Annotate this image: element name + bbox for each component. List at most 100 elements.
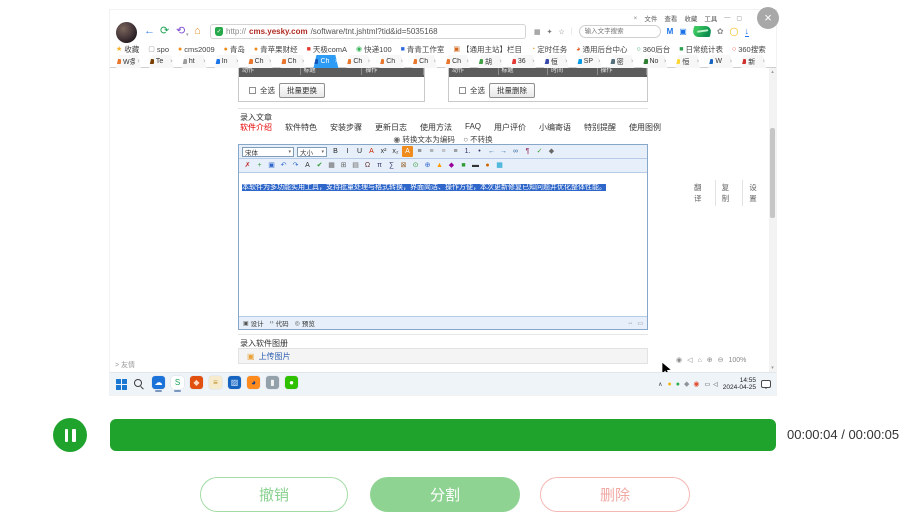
window-control-icon[interactable]: ▢ bbox=[736, 15, 742, 22]
tray-icon[interactable]: ◉ bbox=[693, 381, 699, 388]
tab-close-icon[interactable]: × bbox=[532, 59, 536, 65]
batch-delete-button[interactable]: 批量删除 bbox=[489, 83, 535, 98]
recorder-icon[interactable]: ◁ bbox=[687, 356, 692, 364]
tab-close-icon[interactable]: × bbox=[236, 59, 240, 65]
browser-tab[interactable]: W × bbox=[704, 55, 737, 68]
editor-tool-icon[interactable]: ▦ bbox=[326, 160, 337, 171]
article-tab[interactable]: 安装步骤 bbox=[330, 122, 362, 133]
browser-logo-icon[interactable] bbox=[692, 26, 712, 37]
article-tab[interactable]: 软件介绍 bbox=[240, 122, 272, 133]
editor-tool-icon[interactable]: ≡ bbox=[414, 146, 425, 157]
editor-tool-icon[interactable]: ▬ bbox=[470, 160, 481, 171]
editor-tool-icon[interactable]: ≡ bbox=[438, 146, 449, 157]
browser-search-input[interactable] bbox=[579, 25, 661, 38]
tab-close-icon[interactable]: × bbox=[631, 59, 635, 65]
tab-close-icon[interactable]: × bbox=[170, 59, 174, 65]
delete-button[interactable]: 删除 bbox=[540, 477, 690, 512]
tab-close-icon[interactable]: × bbox=[664, 59, 668, 65]
recorder-icon[interactable]: ⊕ bbox=[707, 356, 713, 364]
home-icon[interactable]: ⌂ bbox=[194, 24, 201, 38]
article-tab[interactable]: 更新日志 bbox=[375, 122, 407, 133]
panel-icon[interactable]: ▭ bbox=[637, 320, 643, 327]
tab-close-icon[interactable]: × bbox=[466, 59, 470, 65]
editor-tool-icon[interactable]: ▣ bbox=[266, 160, 277, 171]
spark-icon[interactable]: ✦ bbox=[547, 28, 553, 36]
tab-close-icon[interactable]: × bbox=[499, 59, 503, 65]
browser-tab[interactable]: Ch × bbox=[309, 55, 342, 68]
browser-tab[interactable]: Te × bbox=[145, 55, 178, 68]
font-family-select[interactable]: 宋体 ▾ bbox=[242, 147, 294, 157]
tab-close-icon[interactable]: × bbox=[137, 59, 141, 65]
editor-tool-icon[interactable]: ◆ bbox=[546, 146, 557, 157]
editor-tool-icon[interactable]: π bbox=[374, 160, 385, 171]
editor-tool-icon[interactable]: → bbox=[498, 146, 509, 157]
notification-icon[interactable] bbox=[761, 380, 771, 388]
select-all-checkbox[interactable] bbox=[249, 87, 256, 94]
tab-close-icon[interactable]: × bbox=[565, 59, 569, 65]
browser-tab[interactable]: ht × bbox=[178, 55, 211, 68]
start-button-icon[interactable] bbox=[116, 379, 127, 390]
editor-tool-icon[interactable]: ∞ bbox=[510, 146, 521, 157]
taskbar-app[interactable]: ▮ bbox=[265, 376, 280, 392]
resize-icon[interactable]: ↔ bbox=[627, 320, 633, 327]
batch-replace-button[interactable]: 批量更换 bbox=[279, 83, 325, 98]
network-sound-group[interactable]: ▭◁ bbox=[704, 381, 717, 388]
article-tab[interactable]: 使用方法 bbox=[420, 122, 452, 133]
editor-tool-icon[interactable]: ↶ bbox=[278, 160, 289, 171]
profile-avatar[interactable] bbox=[116, 22, 137, 43]
browser-tab[interactable]: 密 × bbox=[606, 55, 639, 68]
editor-tool-icon[interactable]: A bbox=[402, 146, 413, 157]
article-tab[interactable]: FAQ bbox=[465, 122, 481, 133]
editor-tool-icon[interactable]: ⊞ bbox=[338, 160, 349, 171]
taskbar-app[interactable]: ◕ bbox=[246, 376, 261, 392]
article-tab[interactable]: 小编寄语 bbox=[539, 122, 571, 133]
grid-icon[interactable]: ▦ bbox=[534, 28, 541, 36]
side-widget-button[interactable]: 设置 bbox=[742, 180, 770, 206]
editor-tool-icon[interactable]: ⊕ bbox=[422, 160, 433, 171]
tray-icon[interactable]: ● bbox=[676, 381, 680, 388]
page-scrollbar[interactable]: ▴ ▾ bbox=[769, 68, 776, 372]
tab-close-icon[interactable]: × bbox=[269, 59, 273, 65]
taskbar-app[interactable]: S bbox=[170, 376, 185, 392]
editor-tool-icon[interactable]: ⊙ bbox=[410, 160, 421, 171]
radio-off-icon[interactable]: ○ bbox=[463, 135, 468, 144]
video-preview-frame[interactable]: × 文件查看收藏工具 —▢ ← ⟳ ⟲ ▾ ⌂ ✓ http://cms.yes… bbox=[110, 10, 776, 395]
article-tab[interactable]: 软件特色 bbox=[285, 122, 317, 133]
tab-close-icon[interactable]: × bbox=[335, 59, 339, 65]
taskbar-search-icon[interactable] bbox=[134, 379, 144, 389]
extension-ring-icon[interactable]: ◯ bbox=[730, 27, 739, 36]
scroll-up-icon[interactable]: ▴ bbox=[771, 69, 774, 75]
taskbar-app[interactable]: ◆ bbox=[189, 376, 204, 392]
editor-mode-tab[interactable]: ▣ 设计 bbox=[243, 318, 264, 328]
browser-tab[interactable]: Ch × bbox=[375, 55, 408, 68]
tab-close-icon[interactable]: × bbox=[763, 59, 767, 65]
browser-tab[interactable]: Ch × bbox=[244, 55, 277, 68]
editor-tool-icon[interactable]: ≡ bbox=[426, 146, 437, 157]
article-tab[interactable]: 使用图例 bbox=[629, 122, 661, 133]
refresh-icon[interactable]: ⟳ bbox=[160, 24, 169, 38]
editor-tool-icon[interactable]: ∑ bbox=[386, 160, 397, 171]
browser-tab[interactable]: 胡 × bbox=[474, 55, 507, 68]
bookmark-item[interactable]: ● cms2009 bbox=[178, 45, 215, 54]
close-button[interactable]: × bbox=[757, 7, 779, 29]
radio-on-icon[interactable]: ◉ bbox=[393, 135, 400, 144]
tab-close-icon[interactable]: × bbox=[302, 59, 306, 65]
favorite-star-icon[interactable]: ☆ bbox=[559, 28, 565, 36]
editor-tool-icon[interactable]: ← bbox=[486, 146, 497, 157]
scrollbar-thumb[interactable] bbox=[770, 128, 775, 218]
window-menu-close-icon[interactable]: × bbox=[634, 15, 638, 22]
taskbar-app[interactable]: ☁ bbox=[151, 376, 166, 392]
browser-tab[interactable]: In × bbox=[211, 55, 244, 68]
article-tab[interactable]: 特别提醒 bbox=[584, 122, 616, 133]
tab-close-icon[interactable]: × bbox=[203, 59, 207, 65]
browser-tab[interactable]: SP × bbox=[573, 55, 606, 68]
browser-tab[interactable]: W条 × bbox=[112, 55, 145, 68]
tab-close-icon[interactable]: × bbox=[598, 59, 602, 65]
select-all-checkbox[interactable] bbox=[459, 87, 466, 94]
editor-tool-icon[interactable]: ▤ bbox=[350, 160, 361, 171]
zoom-out-icon[interactable]: ⊖ bbox=[718, 356, 724, 364]
extension-m-icon[interactable]: M bbox=[667, 27, 674, 36]
history-icon[interactable]: ⟲ bbox=[176, 24, 185, 38]
editor-tool-icon[interactable]: ✗ bbox=[242, 160, 253, 171]
editor-tool-icon[interactable]: I bbox=[342, 146, 353, 157]
